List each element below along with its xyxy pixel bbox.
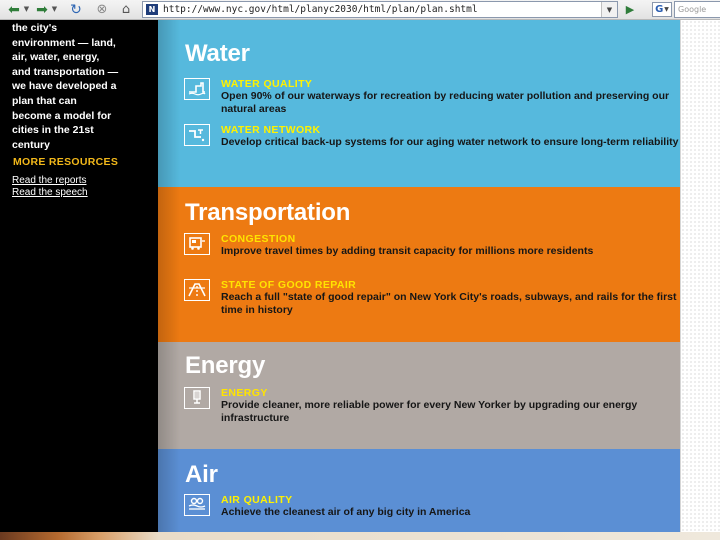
item-title: ENERGY (221, 387, 268, 399)
transportation-section: Transportation CONGESTION Improve travel… (158, 187, 680, 342)
forward-history-dropdown[interactable]: ▼ (50, 1, 59, 18)
reload-icon[interactable]: ↻ (66, 1, 86, 18)
go-arrow-icon[interactable]: ▶ (622, 2, 638, 17)
item-title: AIR QUALITY (221, 494, 293, 506)
energy-icon (184, 387, 210, 409)
sidebar-text-line: and transportation — (12, 65, 119, 78)
item-description: Provide cleaner, more reliable power for… (221, 399, 638, 424)
item-title: WATER QUALITY (221, 78, 313, 90)
more-resources-heading: MORE RESOURCES (13, 156, 119, 168)
section-heading-air[interactable]: Air (185, 461, 218, 489)
sidebar-text-line: we have developed a (12, 80, 117, 93)
read-speech-link[interactable]: Read the speech (12, 187, 88, 198)
section-heading-energy[interactable]: Energy (185, 352, 265, 380)
sidebar-text-line: plan that can (12, 94, 77, 107)
home-icon[interactable]: ⌂ (116, 1, 136, 18)
item-title: WATER NETWORK (221, 124, 321, 136)
chevron-down-icon: ▼ (664, 6, 669, 13)
browser-toolbar: ⬅ ▼ ➡ ▼ ↻ ⊗ ⌂ N http://www.nyc.gov/html/… (0, 0, 720, 20)
congestion-icon (184, 233, 210, 255)
left-sidebar: the city's environment — land, air, wate… (0, 20, 158, 532)
sidebar-text-line: environment — land, (12, 36, 116, 49)
page-background-right (680, 20, 720, 532)
search-engine-icon: G (655, 4, 664, 15)
site-favicon: N (146, 4, 158, 15)
item-description: Improve travel times by adding transit c… (221, 245, 594, 257)
item-description: Open 90% of our waterways for recreation… (221, 90, 670, 115)
stop-icon[interactable]: ⊗ (92, 1, 112, 18)
good-repair-icon (184, 279, 210, 301)
air-section: Air AIR QUALITY Achieve the cleanest air… (158, 449, 680, 532)
item-description: Develop critical back-up systems for our… (221, 136, 679, 148)
energy-section: Energy ENERGY Provide cleaner, more reli… (158, 342, 680, 449)
section-heading-transportation[interactable]: Transportation (185, 199, 350, 227)
url-text[interactable]: http://www.nyc.gov/html/planyc2030/html/… (163, 3, 599, 17)
water-section: Water WATER QUALITY Open 90% of our wate… (158, 20, 680, 187)
item-title: CONGESTION (221, 233, 296, 245)
sidebar-text-line: the city's (12, 22, 58, 34)
main-content: Water WATER QUALITY Open 90% of our wate… (158, 20, 680, 532)
sidebar-intro-text: the city's environment — land, air, wate… (12, 21, 118, 152)
forward-arrow-icon[interactable]: ➡ (32, 1, 52, 18)
water-network-icon (184, 124, 210, 146)
back-history-dropdown[interactable]: ▼ (22, 1, 31, 18)
item-title: STATE OF GOOD REPAIR (221, 279, 357, 291)
read-reports-link[interactable]: Read the reports (12, 175, 87, 186)
sidebar-text-line: air, water, energy, (12, 51, 100, 64)
sidebar-text-line: century (12, 138, 50, 151)
sidebar-text-line: become a model for (12, 109, 112, 122)
bottom-photo-strip (0, 532, 720, 540)
search-engine-selector[interactable]: G ▼ (652, 2, 672, 17)
address-bar[interactable]: N http://www.nyc.gov/html/planyc2030/htm… (142, 1, 618, 18)
back-arrow-icon[interactable]: ⬅ (4, 1, 24, 18)
sidebar-text-line: cities in the 21st (12, 124, 94, 137)
url-history-dropdown[interactable]: ▼ (601, 2, 617, 17)
air-quality-icon (184, 494, 210, 516)
section-heading-water[interactable]: Water (185, 40, 250, 68)
item-description: Achieve the cleanest air of any big city… (221, 506, 471, 518)
item-description: Reach a full "state of good repair" on N… (221, 291, 677, 316)
water-quality-icon (184, 78, 210, 100)
search-input[interactable]: Google (674, 1, 720, 18)
